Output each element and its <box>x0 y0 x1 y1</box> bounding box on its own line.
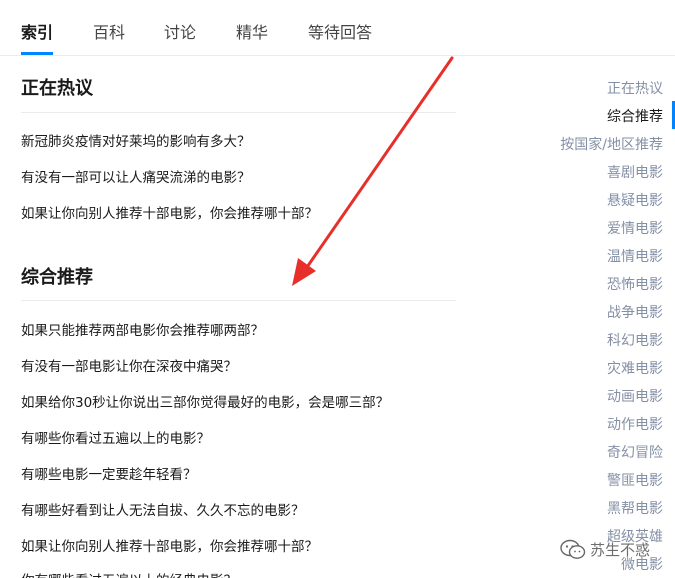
tab-waiting-answers[interactable]: 等待回答 <box>308 19 372 43</box>
hot-section-title: 正在热议 <box>21 78 93 99</box>
sidenav-item[interactable]: 正在热议 <box>607 78 663 98</box>
tab-discussion[interactable]: 讨论 <box>164 19 196 43</box>
watermark: 苏生不惑 <box>560 535 670 575</box>
sidenav-item[interactable]: 动作电影 <box>607 414 663 434</box>
recommend-question-item[interactable]: 有没有一部电影让你在深夜中痛哭？ <box>21 355 237 375</box>
recommend-divider <box>21 300 456 301</box>
recommend-question-item[interactable]: 有哪些电影一定要趁年轻看？ <box>21 463 197 483</box>
hot-question-item[interactable]: 有没有一部可以让人痛哭流涕的电影？ <box>21 166 251 186</box>
sidenav-item[interactable]: 动画电影 <box>607 386 663 406</box>
tab-wiki[interactable]: 百科 <box>93 19 125 43</box>
recommend-question-item[interactable]: 你有哪些看过五遍以上的经典电影？ <box>21 569 237 578</box>
recommend-question-item[interactable]: 如果让你向别人推荐十部电影，你会推荐哪十部？ <box>21 535 318 555</box>
hot-question-item[interactable]: 如果让你向别人推荐十部电影，你会推荐哪十部？ <box>21 202 318 222</box>
sidenav-item[interactable]: 悬疑电影 <box>607 190 663 210</box>
wechat-icon <box>560 539 586 559</box>
recommend-question-item[interactable]: 如果只能推荐两部电影你会推荐哪两部？ <box>21 319 264 339</box>
sidenav-item[interactable]: 温情电影 <box>607 246 663 266</box>
watermark-text: 苏生不惑 <box>590 541 651 559</box>
tab-index[interactable]: 索引 <box>21 19 53 43</box>
tab-essence[interactable]: 精华 <box>236 19 268 43</box>
sidenav-item[interactable]: 喜剧电影 <box>607 162 663 182</box>
sidenav-item[interactable]: 科幻电影 <box>607 330 663 350</box>
sidenav-item[interactable]: 灾难电影 <box>607 358 663 378</box>
hot-divider <box>21 112 456 113</box>
recommend-question-item[interactable]: 有哪些好看到让人无法自拔、久久不忘的电影？ <box>21 499 305 519</box>
top-tab-bar: 索引 百科 讨论 精华 等待回答 <box>0 0 675 56</box>
sidenav-item[interactable]: 恐怖电影 <box>607 274 663 294</box>
sidenav-item[interactable]: 爱情电影 <box>607 218 663 238</box>
recommend-question-item[interactable]: 有哪些你看过五遍以上的电影？ <box>21 427 210 447</box>
active-tab-indicator <box>21 52 53 55</box>
hot-question-item[interactable]: 新冠肺炎疫情对好莱坞的影响有多大？ <box>21 130 251 150</box>
sidenav-item[interactable]: 按国家/地区推荐 <box>560 134 663 154</box>
sidenav-item[interactable]: 综合推荐 <box>607 106 663 126</box>
sidenav-item[interactable]: 战争电影 <box>607 302 663 322</box>
sidenav-item[interactable]: 警匪电影 <box>607 470 663 490</box>
recommend-section-title: 综合推荐 <box>21 267 93 288</box>
sidenav-item[interactable]: 黑帮电影 <box>607 498 663 518</box>
annotation-arrow <box>292 56 454 286</box>
sidenav-item[interactable]: 奇幻冒险 <box>607 442 663 462</box>
recommend-question-item[interactable]: 如果给你30秒让你说出三部你觉得最好的电影，会是哪三部？ <box>21 391 389 411</box>
